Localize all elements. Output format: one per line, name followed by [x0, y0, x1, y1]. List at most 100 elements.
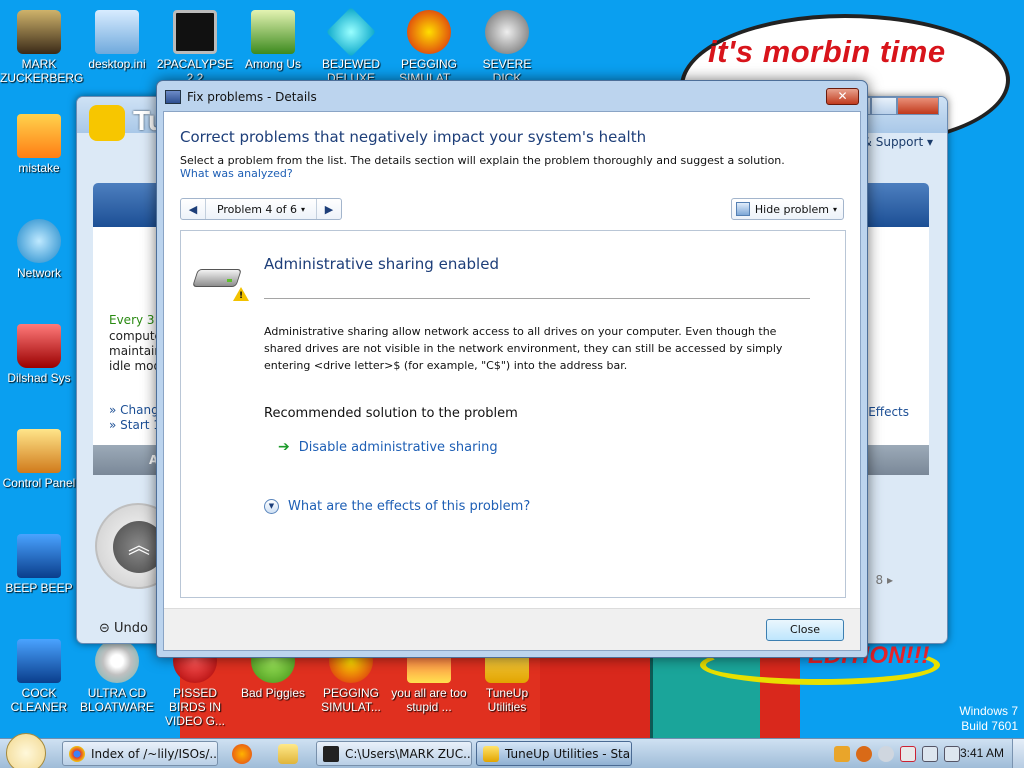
- dialog-subheading: Select a problem from the list. The deta…: [180, 154, 785, 167]
- problem-navigator: ◀ Problem 4 of 6 ▾ ▶: [180, 198, 342, 220]
- hard-drive-warning-icon: !: [192, 265, 249, 301]
- desktop-icon-cock-cleaner[interactable]: COCK CLEANER: [0, 639, 78, 714]
- desktop-icon-pegging-simulator[interactable]: PEGGING SIMULAT...: [390, 10, 468, 85]
- among-us-icon: [251, 10, 295, 54]
- cd-icon: [95, 639, 139, 683]
- effects-expander[interactable]: ▼ What are the effects of this problem?: [264, 499, 530, 514]
- taskbar-button-label: Index of /~lily/ISOs/...: [91, 746, 218, 761]
- chrome-icon: [69, 745, 85, 762]
- desktop-icon-label: BEEP BEEP: [5, 581, 73, 595]
- taskbar-button-label: TuneUp Utilities - Sta...: [505, 746, 632, 761]
- previous-problem-button[interactable]: ◀: [181, 199, 205, 219]
- desktop-icon-control-panel[interactable]: Control Panel: [0, 429, 78, 490]
- problem-counter: Problem 4 of 6: [216, 202, 298, 216]
- recycle-bin-icon: [17, 324, 61, 368]
- desktop-icon-desktop-ini[interactable]: desktop.ini: [78, 10, 156, 71]
- tuneup-pager-number: 8: [875, 573, 884, 587]
- hide-problem-icon: [735, 202, 750, 216]
- problem-description: Administrative sharing allow network acc…: [264, 325, 783, 372]
- warning-mark: !: [239, 291, 244, 301]
- hide-problem-label: Hide problem: [754, 202, 829, 216]
- desktop-icon-bejewed[interactable]: BEJEWED DELUXE: [312, 7, 390, 85]
- bejeweled-gem-icon: [326, 7, 376, 57]
- problem-detail-panel: ! Administrative sharing enabled Adminis…: [180, 230, 846, 598]
- close-icon[interactable]: ✕: [826, 88, 859, 105]
- dialog-content: Correct problems that negatively impact …: [163, 111, 861, 651]
- expand-chevron-icon: ▼: [264, 499, 279, 514]
- action-center-flag-icon[interactable]: [900, 746, 916, 762]
- desktop-icon-label: COCK CLEANER: [10, 686, 68, 714]
- dialog-titlebar[interactable]: Fix problems - Details: [165, 87, 317, 107]
- taskbar-button-7zip[interactable]: C:\Users\MARK ZUC...: [316, 741, 472, 766]
- media-icon: [17, 534, 61, 578]
- command-prompt-icon: [173, 10, 217, 54]
- undo-button[interactable]: ⊝ Undo: [99, 621, 148, 636]
- help-support-menu[interactable]: & Support ▾: [863, 135, 933, 149]
- desktop-icon-among-us[interactable]: Among Us: [234, 10, 312, 71]
- folder-icon[interactable]: [278, 744, 298, 764]
- desktop-icon-label: PISSED BIRDS IN VIDEO G...: [164, 686, 225, 728]
- desktop-icon-mistake[interactable]: mistake: [0, 114, 78, 175]
- arrow-left-icon: ◀: [188, 202, 198, 216]
- pegging-icon: [407, 10, 451, 54]
- help-support-label: & Support: [862, 135, 924, 149]
- show-desktop-button[interactable]: [1012, 739, 1024, 768]
- desktop-icon-beep-beep[interactable]: BEEP BEEP: [0, 534, 78, 595]
- 7zip-icon: [323, 745, 339, 762]
- network-tray-icon[interactable]: [922, 746, 938, 762]
- volume-icon[interactable]: [944, 746, 960, 762]
- tray-chevron-icon[interactable]: [878, 746, 894, 762]
- disable-admin-sharing-link[interactable]: ➔ Disable administrative sharing: [278, 439, 498, 455]
- effects-expander-label: What are the effects of this problem?: [288, 499, 531, 514]
- desktop-icon-label: you all are too stupid ...: [391, 686, 467, 714]
- hard-drive-icon: [192, 269, 242, 287]
- desktop-icon-dilshad-sys[interactable]: Dilshad Sys: [0, 324, 78, 385]
- fix-problems-dialog[interactable]: Fix problems - Details ✕ Correct problem…: [156, 80, 868, 658]
- start-button[interactable]: [6, 733, 46, 768]
- speech-bubble-text: it's morbin time: [708, 34, 946, 69]
- taskbar-button-tuneup[interactable]: TuneUp Utilities - Sta...: [476, 741, 632, 766]
- next-problem-button[interactable]: ▶: [317, 199, 341, 219]
- drive-led: [227, 279, 232, 282]
- cleaner-icon: [17, 639, 61, 683]
- windows-watermark: Windows 7 Build 7601: [959, 704, 1018, 734]
- chevron-down-icon: ▾: [301, 204, 306, 214]
- what-was-analyzed-link[interactable]: What was analyzed?: [180, 167, 293, 180]
- desktop-icon-mark-zuckerberg[interactable]: MARK ZUCKERBERG: [0, 10, 83, 85]
- recommended-solution-heading: Recommended solution to the problem: [264, 406, 518, 421]
- desktop-icon-label: Network: [16, 266, 61, 280]
- user-accounts-icon: [17, 114, 61, 158]
- desktop-icon-label: desktop.ini: [88, 57, 146, 71]
- settings-file-icon: [95, 10, 139, 54]
- taskbar-clock[interactable]: 3:41 AM: [960, 746, 1004, 760]
- hide-problem-button[interactable]: Hide problem ▾: [730, 198, 844, 220]
- tray-notification-icon[interactable]: [834, 746, 850, 762]
- watermark-line-2: Build 7601: [961, 719, 1018, 733]
- gear-sd-icon: [485, 10, 529, 54]
- close-icon[interactable]: [897, 97, 939, 115]
- taskbar-button-chrome[interactable]: Index of /~lily/ISOs/...: [62, 741, 218, 766]
- desktop-icon-severe-dick[interactable]: SEVERE DICK: [468, 10, 546, 85]
- close-button[interactable]: Close: [766, 619, 844, 641]
- taskbar-button-label: C:\Users\MARK ZUC...: [345, 746, 472, 761]
- desktop-icon-label: Bad Piggies: [240, 686, 306, 700]
- desktop-icon-network[interactable]: Network: [0, 219, 78, 280]
- firefox-icon[interactable]: [232, 744, 252, 764]
- maximize-icon[interactable]: [871, 97, 897, 115]
- tuneup-icon: [483, 745, 499, 762]
- dialog-title: Fix problems - Details: [187, 90, 317, 104]
- green-arrow-icon: ➔: [278, 439, 290, 455]
- problem-title: Administrative sharing enabled: [264, 255, 499, 273]
- dialog-footer: Close: [164, 608, 860, 650]
- tray-search-icon[interactable]: [856, 746, 872, 762]
- tuneup-pager[interactable]: 8 ▸: [876, 573, 893, 587]
- desktop-icon-ultra-cd[interactable]: ULTRA CD BLOATWARE: [78, 639, 156, 714]
- disable-admin-sharing-label: Disable administrative sharing: [298, 439, 498, 455]
- desktop-icon-label: Dilshad Sys: [7, 371, 71, 385]
- taskbar: Index of /~lily/ISOs/... C:\Users\MARK Z…: [0, 733, 1024, 768]
- dialog-heading: Correct problems that negatively impact …: [180, 128, 647, 146]
- desktop-icon-2pacalypse[interactable]: 2PACALYPSE 2 2: [156, 10, 234, 85]
- desktop-icon-label: PEGGING SIMULAT...: [321, 686, 381, 714]
- divider: [264, 298, 810, 299]
- problem-selector-dropdown[interactable]: Problem 4 of 6 ▾: [205, 199, 317, 219]
